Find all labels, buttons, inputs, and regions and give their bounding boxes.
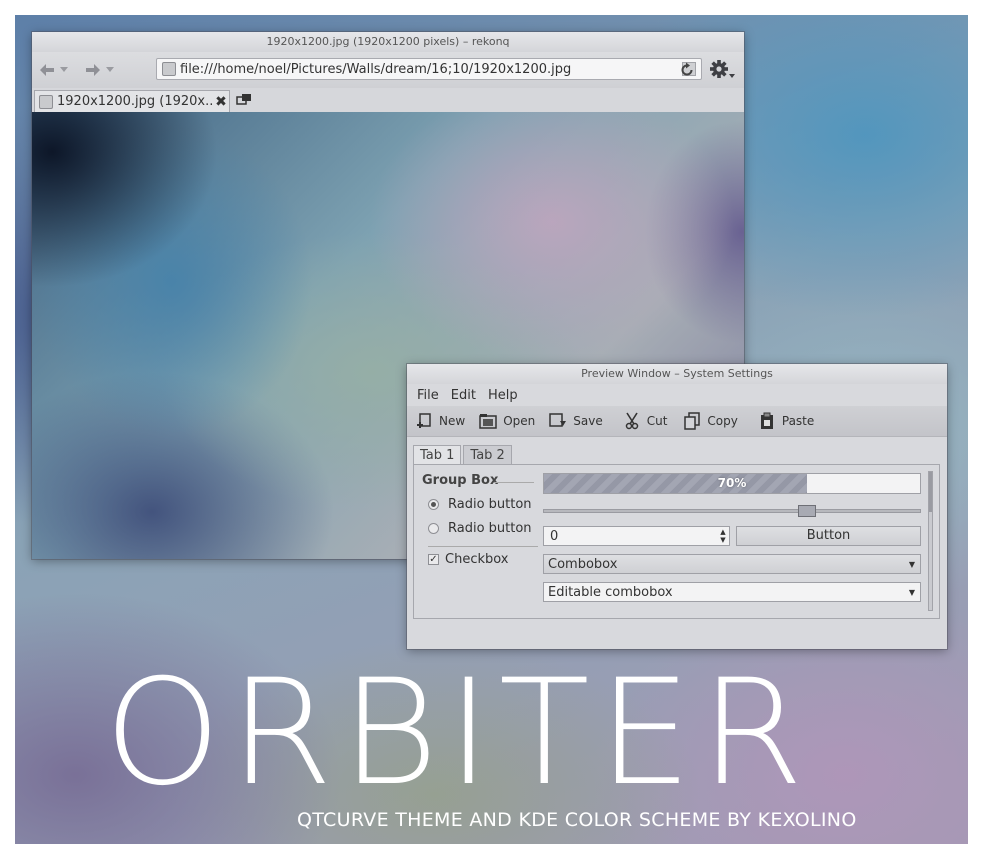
forward-history-dropdown[interactable] xyxy=(104,61,116,79)
forward-button[interactable] xyxy=(84,61,102,79)
new-tab-icon xyxy=(236,94,251,105)
back-history-dropdown[interactable] xyxy=(58,61,70,79)
progress-bar: 70% xyxy=(543,473,921,494)
paste-button[interactable]: Paste xyxy=(758,412,814,430)
settings-button[interactable] xyxy=(708,60,738,79)
checkbox[interactable]: ✓ Checkbox xyxy=(428,552,509,567)
spin-arrows-icon[interactable]: ▲ ▼ xyxy=(717,528,729,544)
brand-subtitle: QTCURVE THEME AND KDE COLOR SCHEME BY KE… xyxy=(297,809,857,831)
new-tab-button[interactable] xyxy=(236,93,252,110)
browser-toolbar: file:///home/noel/Pictures/Walls/dream/1… xyxy=(32,52,744,88)
group-box-title: Group Box xyxy=(422,473,499,488)
chevron-down-icon xyxy=(106,67,114,72)
new-label: New xyxy=(439,414,466,428)
menu-edit[interactable]: Edit xyxy=(445,388,482,403)
browser-tab-label: 1920x1200.jpg (1920x... xyxy=(57,94,213,109)
save-button[interactable]: Save xyxy=(549,412,603,430)
progress-text: 70% xyxy=(717,476,747,490)
chevron-down-icon xyxy=(60,67,68,72)
cut-label: Cut xyxy=(646,414,668,428)
radio-indicator[interactable] xyxy=(428,523,439,534)
spinbox-value[interactable]: 0 xyxy=(544,529,717,544)
browser-title-bar: 1920x1200.jpg (1920x1200 pixels) – rekon… xyxy=(32,32,744,52)
url-text[interactable]: file:///home/noel/Pictures/Walls/dream/1… xyxy=(180,62,682,77)
copy-label: Copy xyxy=(707,414,738,428)
tab-1[interactable]: Tab 1 xyxy=(413,445,462,466)
tab-2[interactable]: Tab 2 xyxy=(463,445,512,465)
back-button[interactable] xyxy=(38,61,56,79)
paste-label: Paste xyxy=(781,414,815,428)
preview-window: Preview Window – System Settings File Ed… xyxy=(407,364,947,649)
combobox[interactable]: Combobox ▼ xyxy=(543,554,921,574)
slider[interactable] xyxy=(543,505,921,517)
brand-title: ORBITER xyxy=(104,648,812,818)
combobox-value: Combobox xyxy=(548,556,618,572)
scrollbar-thumb[interactable] xyxy=(929,472,932,512)
chevron-down-icon[interactable]: ▼ xyxy=(904,588,920,597)
menu-bar: File Edit Help xyxy=(407,384,947,406)
editable-combobox[interactable]: Editable combobox ▼ xyxy=(543,582,921,602)
group-box-separator xyxy=(428,546,538,547)
radio-label: Radio button xyxy=(448,497,532,512)
browser-tab-bar: 1920x1200.jpg (1920x... ✖ xyxy=(32,88,744,113)
menu-help[interactable]: Help xyxy=(482,388,524,403)
menu-file[interactable]: File xyxy=(411,388,445,403)
close-icon[interactable]: ✖ xyxy=(213,94,229,110)
save-icon xyxy=(549,412,567,430)
gear-icon xyxy=(710,60,735,78)
reload-icon xyxy=(681,62,693,76)
checkbox-indicator[interactable]: ✓ xyxy=(428,554,439,565)
back-arrow-icon xyxy=(40,64,54,76)
url-bar[interactable]: file:///home/noel/Pictures/Walls/dream/1… xyxy=(156,58,702,80)
cut-button[interactable]: Cut xyxy=(623,412,668,430)
vertical-scrollbar[interactable] xyxy=(928,471,933,611)
radio-button-2[interactable]: Radio button xyxy=(428,521,532,536)
file-icon xyxy=(39,94,53,109)
group-box-divider xyxy=(494,482,534,483)
push-button[interactable]: Button xyxy=(736,526,921,546)
forward-arrow-icon xyxy=(86,64,100,76)
spinbox[interactable]: 0 ▲ ▼ xyxy=(543,526,730,546)
copy-button[interactable]: Copy xyxy=(683,412,738,430)
open-label: Open xyxy=(503,414,536,428)
preview-tab-bar: Tab 1 Tab 2 xyxy=(413,445,514,466)
new-button[interactable]: New xyxy=(415,412,465,430)
open-folder-icon xyxy=(479,412,497,430)
save-label: Save xyxy=(573,414,603,428)
chevron-down-icon[interactable]: ▼ xyxy=(904,560,920,569)
paste-icon xyxy=(758,412,776,430)
reload-button[interactable] xyxy=(678,61,696,79)
preview-toolbar: New Open Save Cut Copy Paste xyxy=(407,406,947,437)
copy-icon xyxy=(683,412,701,430)
open-button[interactable]: Open xyxy=(479,412,535,430)
scissors-icon xyxy=(623,412,641,430)
slider-handle[interactable] xyxy=(798,505,817,517)
tab-panel: Group Box Radio button Radio button ✓ Ch… xyxy=(413,464,940,619)
new-document-icon xyxy=(415,412,433,430)
editable-combobox-value[interactable]: Editable combobox xyxy=(544,585,904,600)
radio-button-1[interactable]: Radio button xyxy=(428,497,532,512)
file-icon xyxy=(162,62,176,76)
preview-title-bar: Preview Window – System Settings xyxy=(407,364,947,384)
browser-tab[interactable]: 1920x1200.jpg (1920x... ✖ xyxy=(34,90,230,112)
radio-label: Radio button xyxy=(448,521,532,536)
checkbox-label: Checkbox xyxy=(445,552,509,567)
radio-indicator[interactable] xyxy=(428,499,439,510)
